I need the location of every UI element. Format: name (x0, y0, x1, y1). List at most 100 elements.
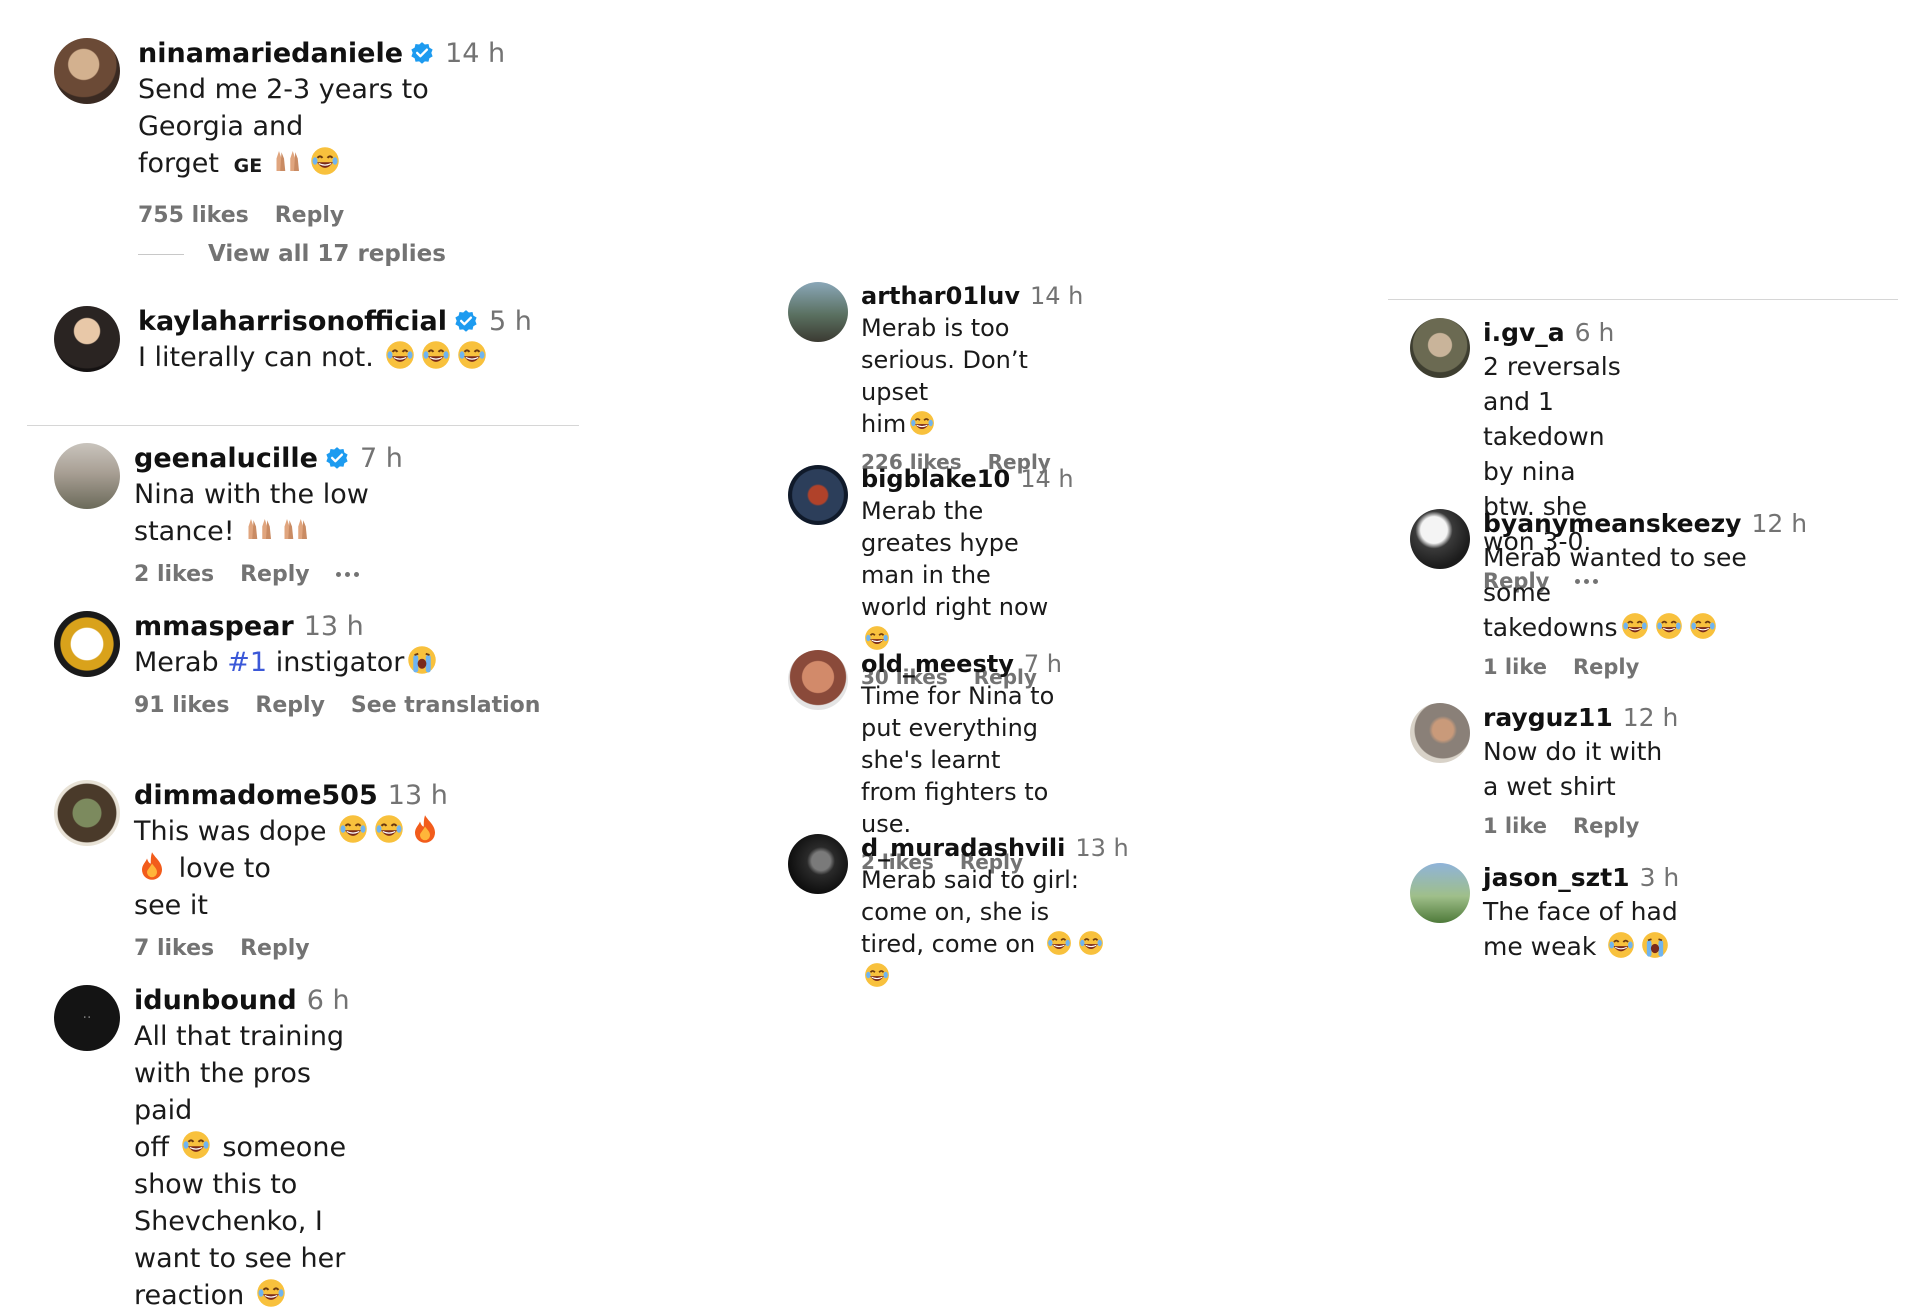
face-with-tears-of-joy-emoji (1621, 612, 1649, 640)
username[interactable]: old_meesty (861, 650, 1014, 678)
comment-line: This was dope (134, 816, 327, 847)
reply-button[interactable]: Reply (275, 203, 345, 228)
likes-count[interactable]: 1 like (1483, 655, 1547, 679)
comment-text: Time for Nina to put everything she's le… (861, 680, 1062, 840)
username[interactable]: geenalucille (134, 443, 318, 474)
likes-count[interactable]: 755 likes (138, 203, 249, 228)
username[interactable]: jason_szt1 (1483, 863, 1630, 892)
timestamp: 7 h (1023, 650, 1062, 678)
timestamp: 13 h (1075, 834, 1129, 862)
view-replies-label: View all 17 replies (208, 241, 446, 267)
comment-line: Merab the greates hype man in the (861, 497, 1019, 589)
avatar[interactable] (1410, 509, 1470, 569)
avatar[interactable] (1410, 318, 1470, 378)
ge-label: GE (233, 155, 263, 177)
username[interactable]: rayguz11 (1483, 703, 1613, 732)
section-divider (1388, 299, 1898, 300)
section-divider (27, 425, 579, 426)
verified-badge-icon (409, 41, 435, 67)
username[interactable]: i.gv_a (1483, 318, 1565, 347)
username[interactable]: kaylaharrisonofficial (138, 306, 447, 337)
comment-text: Send me 2-3 years to Georgia and forget … (138, 71, 505, 185)
face-with-tears-of-joy-emoji (338, 814, 368, 844)
likes-count[interactable]: 7 likes (134, 936, 214, 961)
face-with-tears-of-joy-emoji (1689, 612, 1717, 640)
likes-count[interactable]: 1 like (1483, 814, 1547, 838)
comment-line: off (134, 1132, 170, 1163)
face-with-tears-of-joy-emoji (1078, 930, 1104, 956)
raising-hands-emoji (274, 146, 304, 176)
comment-text: Nina with the low stance! (134, 476, 403, 550)
avatar[interactable] (788, 282, 848, 342)
timestamp: 5 h (488, 306, 532, 337)
face-with-tears-of-joy-emoji (1655, 612, 1683, 640)
timestamp: 12 h (1622, 703, 1679, 732)
comment-line: Now do it with a wet shirt (1483, 737, 1663, 801)
timestamp: 14 h (1029, 282, 1084, 310)
verified-badge-icon (453, 309, 479, 335)
avatar[interactable] (788, 465, 848, 525)
face-with-tears-of-joy-emoji (374, 814, 404, 844)
username[interactable]: d_muradashvili (861, 834, 1065, 862)
username[interactable]: idunbound (134, 985, 297, 1016)
avatar[interactable] (54, 38, 120, 104)
comment-line: Send me 2-3 years to Georgia and (138, 74, 429, 142)
more-options-icon[interactable] (335, 572, 359, 577)
comment-line: tired, come on (861, 930, 1036, 958)
reply-button[interactable]: Reply (240, 562, 310, 587)
comment-text: I literally can not. (138, 339, 532, 376)
avatar[interactable] (1410, 703, 1470, 763)
hashtag-link[interactable]: #1 (227, 647, 267, 678)
view-replies-button[interactable]: View all 17 replies (138, 241, 446, 267)
comment-line: Merab wanted to see some (1483, 543, 1747, 607)
avatar[interactable] (1410, 863, 1470, 923)
comment-line: instigator (275, 647, 405, 678)
see-translation-button[interactable]: See translation (351, 693, 541, 718)
comment-text: This was dope love to see it (134, 813, 448, 924)
comment-text: The face of had me weak (1483, 894, 1679, 964)
fire-emoji (410, 814, 440, 844)
comment-line: reaction (134, 1280, 245, 1311)
timestamp: 7 h (359, 443, 403, 474)
avatar[interactable] (54, 306, 120, 372)
username[interactable]: dimmadome505 (134, 780, 378, 811)
comment-line: Merab is too serious. Don’t upset (861, 314, 1028, 406)
likes-count[interactable]: 91 likes (134, 693, 229, 718)
reply-button[interactable]: Reply (255, 693, 325, 718)
avatar[interactable] (54, 443, 120, 509)
face-with-tears-of-joy-emoji (385, 340, 415, 370)
username[interactable]: ninamariedaniele (138, 38, 403, 69)
comment-line: world right now (861, 593, 1049, 621)
reply-button[interactable]: Reply (240, 936, 310, 961)
comment-text: Merab said to girl: come on, she is tire… (861, 864, 1129, 992)
comment-line: love to (178, 853, 271, 884)
comment-line: forget (138, 148, 219, 179)
face-with-tears-of-joy-emoji (256, 1278, 286, 1308)
comment-line: I literally can not. (138, 342, 374, 373)
raising-hands-emoji (246, 514, 276, 544)
avatar[interactable] (788, 834, 848, 894)
avatar[interactable] (788, 650, 848, 710)
username[interactable]: mmaspear (134, 611, 294, 642)
comment-line: see it (134, 890, 208, 921)
username[interactable]: byanymeanskeezy (1483, 509, 1741, 538)
avatar[interactable] (54, 611, 120, 677)
timestamp: 14 h (1020, 465, 1074, 493)
reply-button[interactable]: Reply (1573, 655, 1639, 679)
avatar[interactable]: ·· (54, 985, 120, 1051)
avatar[interactable] (54, 780, 120, 846)
username[interactable]: arthar01luv (861, 282, 1020, 310)
face-with-tears-of-joy-emoji (1607, 931, 1635, 959)
comment-line: him (861, 410, 907, 438)
likes-count[interactable]: 2 likes (134, 562, 214, 587)
username[interactable]: bigblake10 (861, 465, 1010, 493)
timestamp: 13 h (303, 611, 364, 642)
reply-button[interactable]: Reply (1573, 814, 1639, 838)
face-with-tears-of-joy-emoji (864, 962, 890, 988)
replies-divider (138, 253, 184, 255)
comment-line: Merab (134, 647, 219, 678)
timestamp: 14 h (445, 38, 506, 69)
timestamp: 6 h (1574, 318, 1615, 347)
face-with-tears-of-joy-emoji (909, 410, 935, 436)
comment-text: Now do it with a wet shirt (1483, 734, 1678, 804)
